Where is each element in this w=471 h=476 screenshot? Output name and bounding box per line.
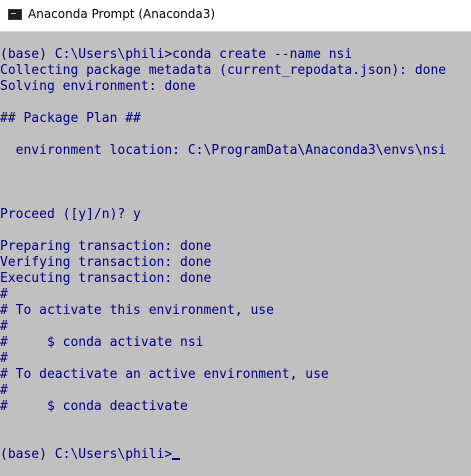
window-title: Anaconda Prompt (Anaconda3): [28, 7, 216, 21]
title-bar[interactable]: Anaconda Prompt (Anaconda3): [0, 0, 471, 32]
console-line: Preparing transaction: done: [0, 239, 212, 254]
console-line: # $ conda deactivate: [0, 399, 188, 414]
console-line: #: [0, 383, 8, 398]
terminal-icon: [8, 9, 22, 20]
console-line: Verifying transaction: done: [0, 255, 212, 270]
console-line: (base) C:\Users\phili>conda create --nam…: [0, 47, 353, 62]
console-line: Collecting package metadata (current_rep…: [0, 63, 447, 78]
console-line: #: [0, 351, 8, 366]
console-line: # To activate this environment, use: [0, 303, 274, 318]
console-lines: (base) C:\Users\phili>conda create --nam…: [0, 47, 446, 463]
console-prompt: (base) C:\Users\phili>: [0, 447, 173, 462]
console-line: #: [0, 287, 8, 302]
console-line: # $ conda activate nsi: [0, 335, 204, 350]
console-line: # To deactivate an active environment, u…: [0, 367, 329, 382]
console-line: environment location: C:\ProgramData\Ana…: [0, 143, 447, 158]
console-line: ## Package Plan ##: [0, 111, 141, 126]
console-line: Solving environment: done: [0, 79, 196, 94]
console-line: Executing transaction: done: [0, 271, 212, 286]
console-output-area[interactable]: (base) C:\Users\phili>conda create --nam…: [0, 32, 471, 476]
console-line: #: [0, 319, 8, 334]
console-line: Proceed ([y]/n)? y: [0, 207, 141, 222]
text-cursor: [172, 458, 181, 460]
console-prompt-line[interactable]: (base) C:\Users\phili>: [0, 447, 446, 463]
console-window: Anaconda Prompt (Anaconda3) (base) C:\Us…: [0, 0, 471, 476]
